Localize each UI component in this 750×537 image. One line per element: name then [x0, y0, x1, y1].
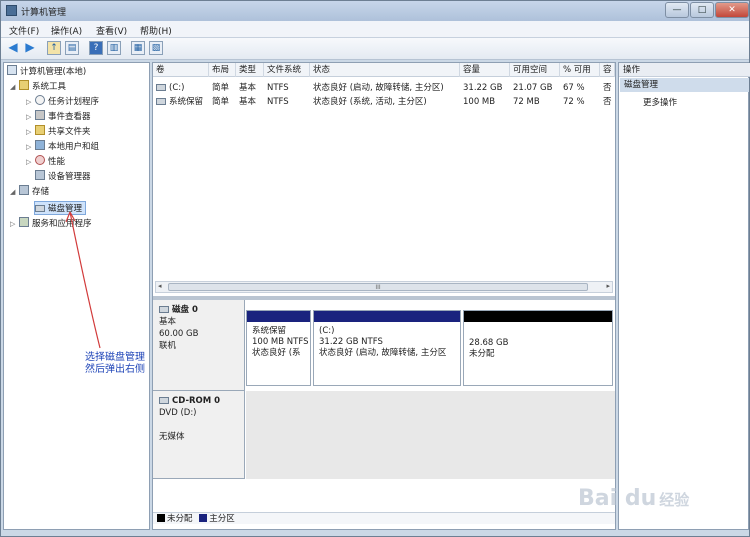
annotation-line1: 选择磁盘管理 [85, 352, 145, 363]
baidu-watermark: Bai du 经验 [578, 486, 689, 511]
tutorial-annotation: 选择磁盘管理 然后弹出右侧 [85, 352, 145, 376]
watermark-brand: Bai du [578, 486, 657, 511]
watermark-sub: 经验 [659, 491, 690, 509]
annotation-arrow [65, 211, 101, 349]
annotation-line2: 然后弹出右侧 [85, 364, 145, 375]
